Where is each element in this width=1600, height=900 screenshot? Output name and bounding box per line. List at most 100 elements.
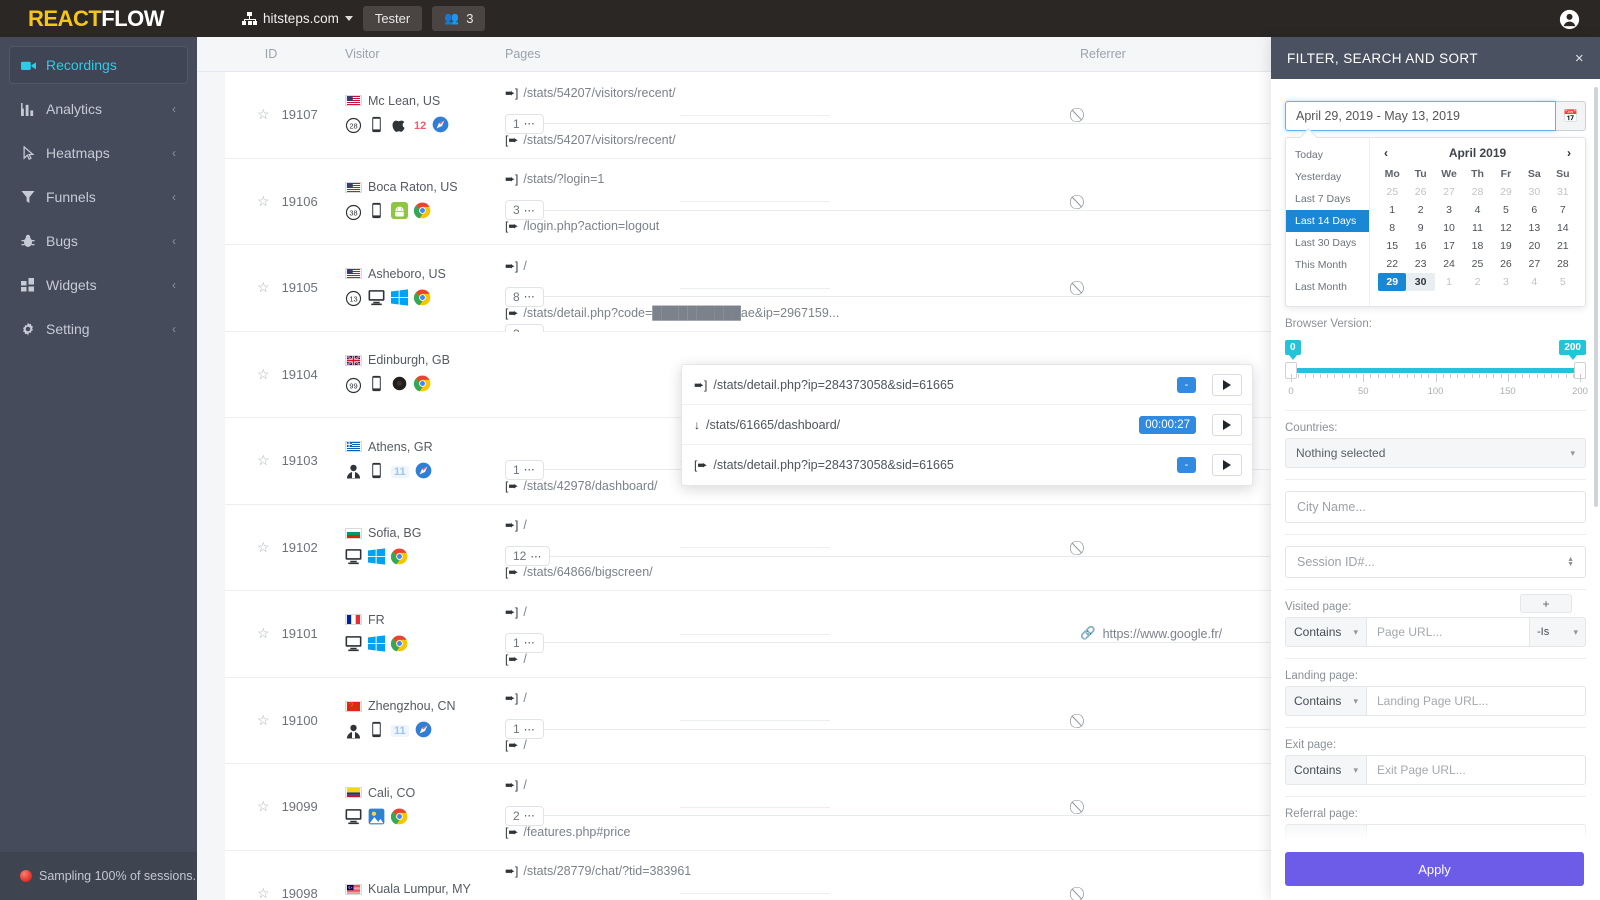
sidebar-item-analytics[interactable]: Analytics ‹: [9, 90, 188, 128]
sidebar-item-heatmaps[interactable]: Heatmaps ‹: [9, 134, 188, 172]
calendar-day[interactable]: 17: [1435, 237, 1463, 255]
favorite-star-icon[interactable]: ☆: [257, 452, 270, 469]
page-count-badge[interactable]: 1 ⋯: [505, 459, 544, 480]
calendar-day[interactable]: 29: [1492, 183, 1520, 201]
date-preset-last-14-days[interactable]: Last 14 Days: [1286, 210, 1369, 232]
entry-page[interactable]: ➨] /stats/?login=1: [505, 172, 1080, 186]
landing-page-input[interactable]: Landing Page URL...: [1367, 686, 1586, 716]
sidebar-item-recordings[interactable]: Recordings: [9, 46, 188, 84]
sidebar-item-widgets[interactable]: Widgets ‹: [9, 266, 188, 304]
calendar-day[interactable]: 16: [1406, 237, 1434, 255]
avatar[interactable]: [1559, 9, 1580, 30]
calendar-day[interactable]: 12: [1492, 219, 1520, 237]
browser-version-slider[interactable]: 0 200 0 50 100 150 200: [1285, 340, 1588, 400]
date-preset-today[interactable]: Today: [1286, 144, 1369, 166]
page-count-badge[interactable]: 3 ⋯: [505, 200, 544, 221]
calendar-day[interactable]: 26: [1492, 255, 1520, 273]
page-count-badge[interactable]: 1 ⋯: [505, 719, 544, 740]
calendar-day[interactable]: 30: [1406, 273, 1435, 291]
exit-page[interactable]: [➨ /stats/detail.php?code=██████████ae&ip…: [505, 306, 839, 320]
exit-page[interactable]: [➨ /: [505, 652, 527, 666]
calendar-day[interactable]: 6: [1520, 201, 1548, 219]
calendar-day[interactable]: 21: [1549, 237, 1577, 255]
play-button[interactable]: [1212, 454, 1242, 476]
favorite-star-icon[interactable]: ☆: [257, 106, 270, 123]
calendar-day[interactable]: 5: [1492, 201, 1520, 219]
landing-page-operator[interactable]: Contains ▾: [1285, 686, 1367, 716]
favorite-star-icon[interactable]: ☆: [257, 279, 270, 296]
sidebar-item-funnels[interactable]: Funnels ‹: [9, 178, 188, 216]
entry-page[interactable]: ➨] /: [505, 605, 1080, 619]
sidebar-item-bugs[interactable]: Bugs ‹: [9, 222, 188, 260]
exit-page[interactable]: [➨ /: [505, 738, 527, 752]
add-visited-page-button[interactable]: +: [1520, 594, 1572, 613]
calendar-day[interactable]: 27: [1520, 255, 1548, 273]
col-header-visitor[interactable]: Visitor: [345, 47, 505, 61]
session-id-input[interactable]: Session ID#... ▲ ▼: [1285, 546, 1586, 578]
number-stepper-icon[interactable]: ▲ ▼: [1567, 556, 1574, 568]
play-button[interactable]: [1212, 373, 1242, 396]
col-header-pages[interactable]: Pages: [505, 47, 1080, 61]
calendar-day[interactable]: 9: [1406, 219, 1434, 237]
calendar-day[interactable]: 27: [1435, 183, 1463, 201]
popup-page-row[interactable]: ↓ /stats/61665/dashboard/00:00:27: [682, 405, 1252, 445]
page-count-badge[interactable]: 2 ⋯: [505, 805, 544, 826]
calendar-day[interactable]: 2: [1406, 201, 1434, 219]
calendar-day[interactable]: 14: [1549, 219, 1577, 237]
calendar-day[interactable]: 26: [1406, 183, 1434, 201]
site-selector[interactable]: hitsteps.com: [242, 11, 353, 26]
panel-scrollbar[interactable]: [1594, 87, 1598, 507]
calendar-day[interactable]: 7: [1549, 201, 1577, 219]
countries-select[interactable]: Nothing selected ▾: [1285, 438, 1586, 468]
sidebar-item-setting[interactable]: Setting ‹: [9, 310, 188, 348]
date-preset-yesterday[interactable]: Yesterday: [1286, 166, 1369, 188]
calendar-day[interactable]: 30: [1520, 183, 1548, 201]
calendar-day[interactable]: 3: [1435, 201, 1463, 219]
exit-page[interactable]: [➨ /stats/54207/visitors/recent/: [505, 133, 676, 147]
calendar-day[interactable]: 28: [1463, 183, 1491, 201]
calendar-day[interactable]: 11: [1463, 219, 1491, 237]
close-icon[interactable]: ×: [1575, 50, 1584, 67]
date-preset-last-30-days[interactable]: Last 30 Days: [1286, 232, 1369, 254]
entry-page[interactable]: ➨] /stats/28779/chat/?tid=383961: [505, 864, 1080, 878]
apply-button[interactable]: Apply: [1285, 852, 1584, 886]
calendar-day[interactable]: 1: [1378, 201, 1406, 219]
exit-page[interactable]: [➨ /stats/64866/bigscreen/: [505, 565, 653, 579]
date-preset-last-7-days[interactable]: Last 7 Days: [1286, 188, 1369, 210]
favorite-star-icon[interactable]: ☆: [257, 798, 270, 815]
tester-button[interactable]: Tester: [362, 5, 423, 32]
city-input[interactable]: City Name...: [1285, 491, 1586, 523]
entry-page[interactable]: ➨] /: [505, 691, 1080, 705]
next-month-icon[interactable]: ›: [1567, 146, 1571, 160]
popup-page-row[interactable]: ➨] /stats/detail.php?ip=284373058&sid=616…: [682, 365, 1252, 405]
calendar-day[interactable]: 10: [1435, 219, 1463, 237]
popup-page-row[interactable]: [➨ /stats/detail.php?ip=284373058&sid=616…: [682, 445, 1252, 485]
prev-month-icon[interactable]: ‹: [1384, 146, 1388, 160]
page-count-badge[interactable]: 1 ⋯: [505, 632, 544, 653]
favorite-star-icon[interactable]: ☆: [257, 712, 270, 729]
calendar-day[interactable]: 5: [1549, 273, 1577, 291]
entry-page[interactable]: ➨] /: [505, 518, 1080, 532]
calendar-day[interactable]: 18: [1463, 237, 1491, 255]
entry-page[interactable]: ➨] /: [505, 778, 1080, 792]
calendar-day[interactable]: 20: [1520, 237, 1548, 255]
calendar-day[interactable]: 29: [1378, 273, 1407, 291]
calendar-icon[interactable]: 📅: [1556, 101, 1586, 131]
calendar-day[interactable]: 3: [1492, 273, 1520, 291]
calendar-day[interactable]: 31: [1549, 183, 1577, 201]
col-header-id[interactable]: ID: [197, 47, 345, 61]
calendar-day[interactable]: 22: [1378, 255, 1406, 273]
favorite-star-icon[interactable]: ☆: [257, 193, 270, 210]
exit-page[interactable]: [➨ /stats/42978/dashboard/: [505, 479, 658, 493]
visited-page-operator[interactable]: Contains ▾: [1285, 617, 1367, 647]
calendar-day[interactable]: 1: [1435, 273, 1463, 291]
calendar-day[interactable]: 4: [1463, 201, 1491, 219]
date-range-input[interactable]: April 29, 2019 - May 13, 2019: [1285, 101, 1556, 131]
favorite-star-icon[interactable]: ☆: [257, 885, 270, 900]
calendar-day[interactable]: 28: [1549, 255, 1577, 273]
calendar-day[interactable]: 8: [1378, 219, 1406, 237]
favorite-star-icon[interactable]: ☆: [257, 366, 270, 383]
favorite-star-icon[interactable]: ☆: [257, 539, 270, 556]
calendar-day[interactable]: 23: [1406, 255, 1434, 273]
exit-page[interactable]: [➨ /features.php#price: [505, 825, 630, 839]
